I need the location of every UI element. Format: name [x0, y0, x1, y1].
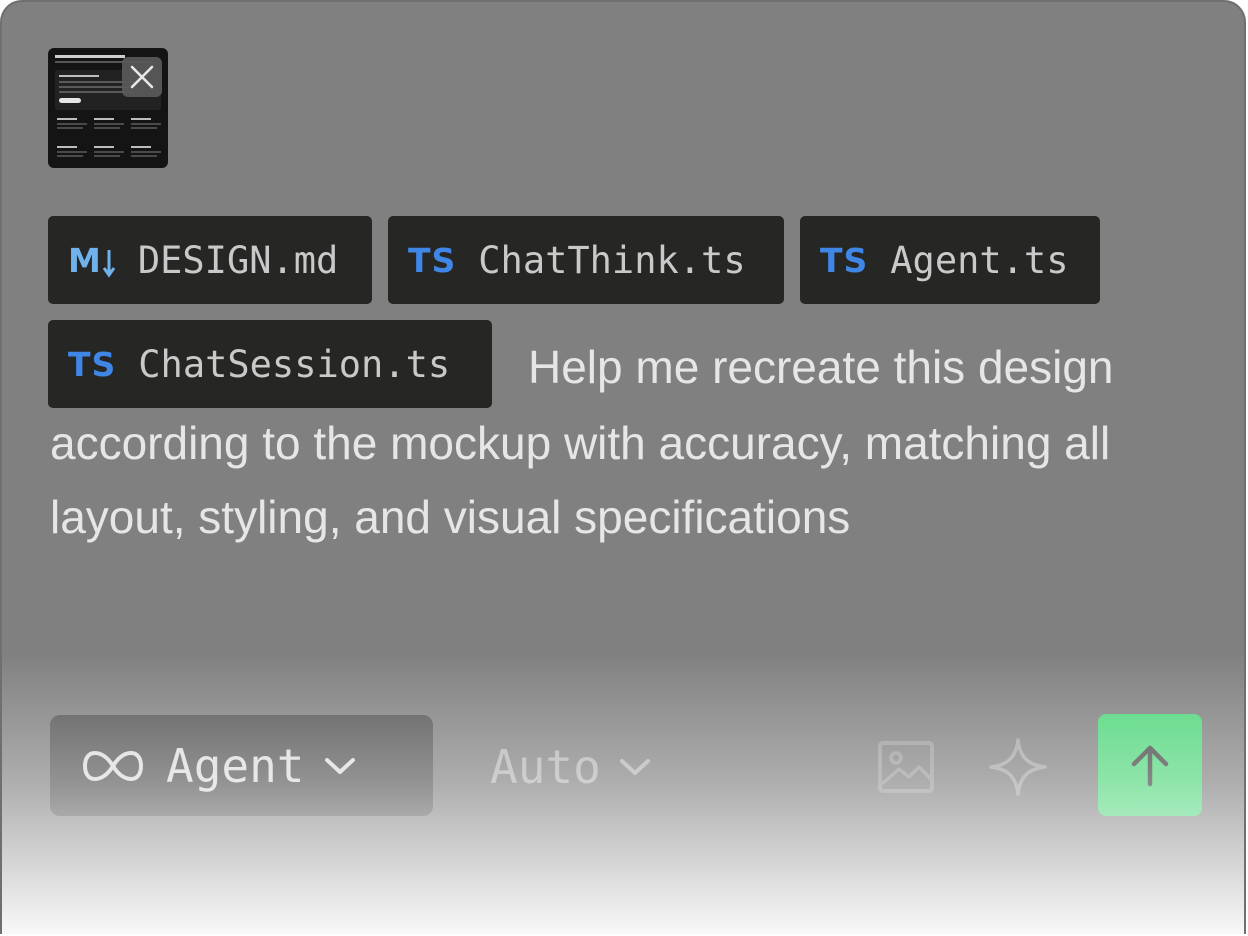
model-label: Auto: [490, 740, 601, 794]
chevron-down-icon: [325, 757, 356, 774]
mode-selector-button[interactable]: Agent: [50, 715, 433, 816]
file-chip-chatsession-ts[interactable]: TS ChatSession.ts: [48, 320, 492, 408]
thumb-decoration: [59, 75, 99, 77]
thumb-decoration: [55, 55, 125, 58]
prompt-text-continued: according to the mockup with accuracy, m…: [50, 417, 1111, 543]
chat-input-panel[interactable]: M DESIGN.md TS ChatThink.ts TS Agent.ts …: [0, 0, 1246, 934]
markdown-icon: M: [68, 241, 116, 280]
thumb-decoration: [131, 118, 161, 136]
file-chip-label: Agent.ts: [890, 238, 1069, 282]
prompt-text-line: Help me recreate this design: [528, 341, 1114, 393]
file-chip-chatthink-ts[interactable]: TS ChatThink.ts: [388, 216, 784, 304]
thumb-decoration: [57, 118, 87, 136]
thumb-decoration: [94, 118, 124, 136]
file-chip-label: ChatSession.ts: [138, 342, 451, 386]
file-chip-label: ChatThink.ts: [478, 238, 746, 282]
mode-label: Agent: [166, 738, 305, 793]
close-icon: [130, 65, 154, 89]
enhance-prompt-button[interactable]: [988, 737, 1048, 797]
thumb-decoration: [94, 146, 124, 164]
thumb-decoration: [131, 146, 161, 164]
typescript-icon: TS: [820, 240, 869, 280]
send-button[interactable]: [1098, 714, 1202, 816]
file-chip-label: DESIGN.md: [137, 238, 339, 282]
sparkle-icon: [989, 738, 1047, 796]
attach-image-button[interactable]: [876, 737, 936, 797]
thumb-decoration: [57, 146, 87, 164]
model-selector-button[interactable]: Auto: [490, 732, 651, 802]
chevron-down-icon: [619, 759, 650, 775]
image-icon: [878, 741, 934, 793]
infinity-icon: [82, 750, 144, 781]
file-chip-design-md[interactable]: M DESIGN.md: [48, 216, 372, 304]
typescript-icon: TS: [68, 344, 117, 384]
arrow-up-icon: [1131, 745, 1169, 787]
thumb-decoration: [59, 98, 81, 103]
remove-attachment-button[interactable]: [122, 57, 162, 97]
thumb-decoration: [59, 86, 129, 88]
typescript-icon: TS: [408, 240, 457, 280]
file-chip-agent-ts[interactable]: TS Agent.ts: [800, 216, 1100, 304]
